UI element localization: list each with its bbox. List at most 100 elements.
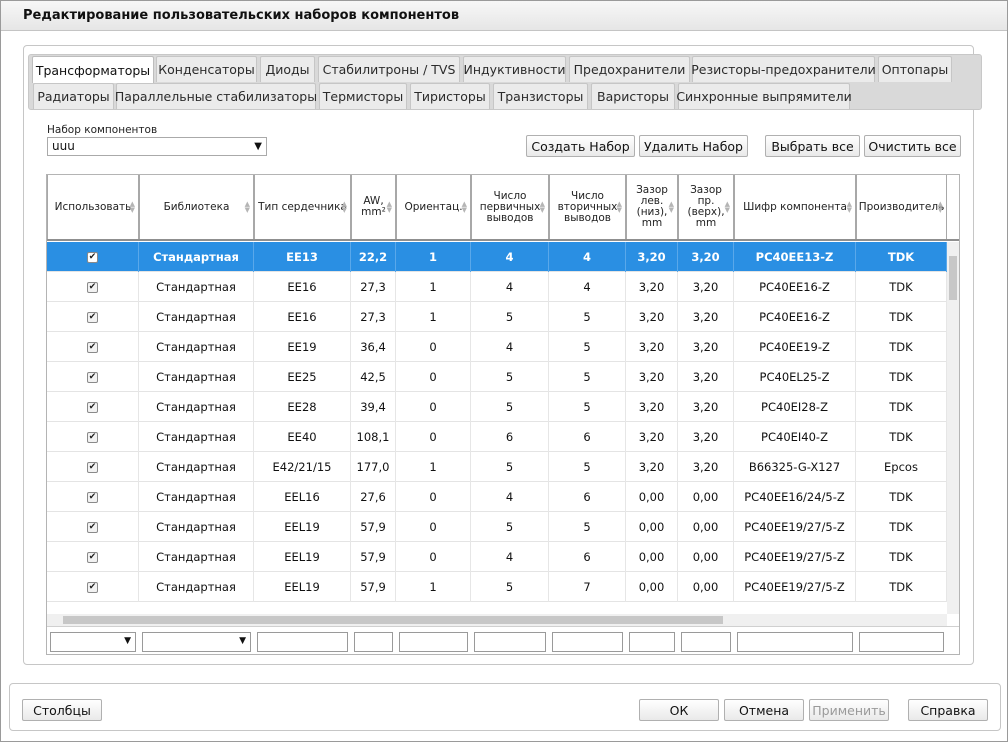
table-cell: 0,00 — [626, 542, 678, 572]
column-header-label: Производитель — [858, 200, 945, 213]
table-row[interactable]: ✔ Стандартная EE40 108,1 0 6 6 3,20 3,20 PC40EI40… — [47, 422, 947, 452]
filter-field-4[interactable] — [399, 632, 468, 652]
use-checkbox[interactable]: ✔ — [87, 281, 98, 293]
use-checkbox[interactable]: ✔ — [87, 401, 98, 413]
use-checkbox[interactable]: ✔ — [87, 251, 98, 263]
dropdown-arrow-icon: ▼ — [239, 636, 246, 646]
table-row[interactable]: ✔ Стандартная EEL19 57,9 0 4 6 0,00 0,00 PC40EE19… — [47, 542, 947, 572]
table-row[interactable]: ✔ Стандартная EEL16 27,6 0 4 6 0,00 0,00 PC40EE16… — [47, 482, 947, 512]
table-cell: TDK — [856, 572, 947, 602]
table-cell: 5 — [471, 362, 549, 392]
tab-1-6[interactable]: Резисторы-предохранители — [691, 56, 876, 82]
table-cell: 5 — [471, 452, 549, 482]
tab-2-2[interactable]: Термисторы — [319, 83, 407, 109]
table-cell: PC40EI28-Z — [734, 392, 856, 422]
tab-2-3[interactable]: Тиристоры — [410, 83, 490, 109]
use-checkbox[interactable]: ✔ — [87, 431, 98, 443]
use-checkbox[interactable]: ✔ — [87, 371, 98, 383]
tab-1-3[interactable]: Стабилитроны / TVS — [318, 56, 460, 82]
create-set-button[interactable]: Создать Набор — [526, 135, 635, 157]
horizontal-scroll-thumb[interactable] — [63, 616, 723, 624]
filter-field-1[interactable]: ▼ — [142, 632, 251, 652]
table-cell: 3,20 — [678, 362, 734, 392]
filter-field-0[interactable]: ▼ — [50, 632, 136, 652]
use-cell: ✔ — [47, 362, 139, 392]
column-header-9[interactable]: Шифр компонента ▲ ▼ — [734, 175, 856, 239]
table-row[interactable]: ✔ Стандартная E42/21/15 177,0 1 5 5 3,20 3,20 B66… — [47, 452, 947, 482]
use-cell: ✔ — [47, 422, 139, 452]
table-cell: 5 — [549, 332, 626, 362]
tab-1-1[interactable]: Конденсаторы — [156, 56, 257, 82]
column-header-0[interactable]: Использовать ▲ ▼ — [47, 175, 139, 239]
filter-field-5[interactable] — [474, 632, 546, 652]
table-row[interactable]: ✔ Стандартная EE19 36,4 0 4 5 3,20 3,20 PC40EE19-… — [47, 332, 947, 362]
column-header-6[interactable]: Число вторичных выводов ▲ ▼ — [549, 175, 626, 239]
table-row[interactable]: ✔ Стандартная EEL19 57,9 1 5 7 0,00 0,00 PC40EE19… — [47, 572, 947, 602]
tab-1-4[interactable]: Индуктивности — [463, 56, 566, 82]
horizontal-scrollbar[interactable] — [47, 614, 947, 626]
tab-1-7[interactable]: Оптопары — [878, 56, 952, 82]
table-cell: 3,20 — [626, 272, 678, 302]
table-cell: 177,0 — [351, 452, 396, 482]
vertical-scroll-thumb[interactable] — [949, 256, 957, 300]
filter-field-7[interactable] — [629, 632, 675, 652]
table-cell: 0 — [396, 332, 471, 362]
column-header-7[interactable]: Зазор лев. (низ), mm ▲ ▼ — [626, 175, 678, 239]
tab-1-0[interactable]: Трансформаторы — [32, 56, 154, 83]
table-row[interactable]: ✔ Стандартная EE16 27,3 1 4 4 3,20 3,20 PC40EE16-… — [47, 272, 947, 302]
table-cell: EEL19 — [254, 572, 351, 602]
tab-2-5[interactable]: Варисторы — [591, 83, 675, 109]
filter-field-3[interactable] — [354, 632, 393, 652]
tab-1-2[interactable]: Диоды — [260, 56, 315, 82]
table-row[interactable]: ✔ Стандартная EE16 27,3 1 5 5 3,20 3,20 PC40EE16-… — [47, 302, 947, 332]
use-checkbox[interactable]: ✔ — [87, 311, 98, 323]
apply-button[interactable]: Применить — [809, 699, 889, 721]
column-header-label: Число вторичных выводов — [557, 189, 618, 224]
use-checkbox[interactable]: ✔ — [87, 581, 98, 593]
set-select[interactable]: uuu ▼ — [47, 137, 267, 156]
filter-field-8[interactable] — [681, 632, 731, 652]
filter-field-9[interactable] — [737, 632, 853, 652]
tab-2-4[interactable]: Транзисторы — [493, 83, 588, 109]
table-row[interactable]: ✔ Стандартная EEL19 57,9 0 5 5 0,00 0,00 PC40EE19… — [47, 512, 947, 542]
table-row[interactable]: ✔ Стандартная EE25 42,5 0 5 5 3,20 3,20 PC40EL25-… — [47, 362, 947, 392]
use-checkbox[interactable]: ✔ — [87, 551, 98, 563]
use-checkbox[interactable]: ✔ — [87, 461, 98, 473]
cancel-button[interactable]: Отмена — [724, 699, 804, 721]
vertical-scrollbar[interactable] — [947, 242, 959, 614]
column-header-label: Шифр компонента — [743, 200, 847, 213]
use-checkbox[interactable]: ✔ — [87, 521, 98, 533]
column-header-10[interactable]: Производитель ▲ ▼ — [856, 175, 947, 239]
column-header-1[interactable]: Библиотека ▲ ▼ — [139, 175, 254, 239]
filter-field-2[interactable] — [257, 632, 348, 652]
column-header-3[interactable]: AW, mm² ▲ ▼ — [351, 175, 396, 239]
filter-field-10[interactable] — [859, 632, 944, 652]
table-cell: E42/21/15 — [254, 452, 351, 482]
delete-set-button[interactable]: Удалить Набор — [639, 135, 748, 157]
table-cell: PC40EE16/24/5-Z — [734, 482, 856, 512]
use-cell: ✔ — [47, 482, 139, 512]
columns-button[interactable]: Столбцы — [22, 699, 102, 721]
tab-2-0[interactable]: Радиаторы — [33, 83, 114, 109]
tab-2-1[interactable]: Параллельные стабилизаторы — [115, 83, 317, 109]
use-checkbox[interactable]: ✔ — [87, 491, 98, 503]
column-header-8[interactable]: Зазор пр. (верх), mm ▲ ▼ — [678, 175, 734, 239]
use-checkbox[interactable]: ✔ — [87, 341, 98, 353]
column-header-5[interactable]: Число первичных выводов ▲ ▼ — [471, 175, 549, 239]
table-row[interactable]: ✔ Стандартная EE13 22,2 1 4 4 3,20 3,20 PC40EE13-… — [47, 242, 947, 272]
table-row[interactable]: ✔ Стандартная EE28 39,4 0 5 5 3,20 3,20 PC40EI28-… — [47, 392, 947, 422]
tab-1-5[interactable]: Предохранители — [569, 56, 690, 82]
column-header-4[interactable]: Ориентац. ▲ ▼ — [396, 175, 471, 239]
ok-button[interactable]: ОК — [639, 699, 719, 721]
title-bar[interactable]: Редактирование пользовательских наборов … — [1, 1, 1007, 31]
table-cell: 39,4 — [351, 392, 396, 422]
table-cell: 4 — [549, 242, 626, 272]
tab-2-6[interactable]: Синхронные выпрямители — [676, 83, 852, 109]
clear-all-button[interactable]: Очистить все — [864, 135, 961, 157]
table-cell: PC40EE19/27/5-Z — [734, 572, 856, 602]
filter-field-6[interactable] — [552, 632, 623, 652]
table-cell: 5 — [471, 392, 549, 422]
select-all-button[interactable]: Выбрать все — [765, 135, 860, 157]
column-header-2[interactable]: Тип сердечника ▲ ▼ — [254, 175, 351, 239]
help-button[interactable]: Справка — [908, 699, 988, 721]
